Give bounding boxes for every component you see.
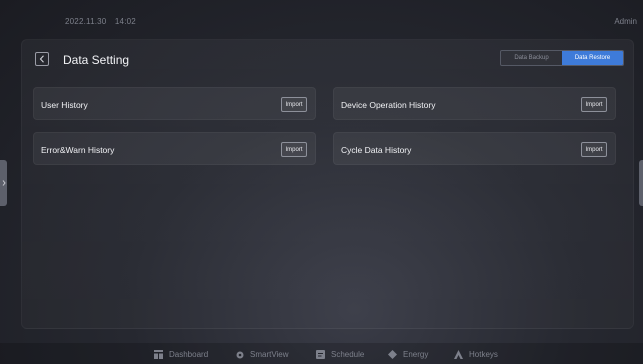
card-cycle-data-history: Cycle Data History Import	[333, 132, 616, 165]
nav-smartview[interactable]: SmartView	[236, 350, 289, 359]
card-user-history: User History Import	[33, 87, 316, 120]
nav-hotkeys[interactable]: Hotkeys	[454, 350, 498, 359]
dashboard-icon	[154, 350, 163, 359]
page-title: Data Setting	[63, 53, 130, 67]
nav-label: Schedule	[331, 350, 365, 359]
time-text: 14:02	[114, 17, 136, 26]
left-drawer-handle[interactable]	[0, 160, 7, 206]
nav-label: Hotkeys	[469, 350, 498, 359]
nav-dashboard[interactable]: Dashboard	[154, 350, 208, 359]
right-drawer-handle[interactable]	[639, 160, 643, 206]
chevron-right-icon	[2, 180, 6, 186]
card-label: Cycle Data History	[341, 145, 412, 155]
card-device-operation-history: Device Operation History Import	[333, 87, 616, 120]
nav-schedule[interactable]: Schedule	[316, 350, 364, 359]
nav-label: SmartView	[250, 350, 289, 359]
user-name[interactable]: Admin	[614, 17, 637, 26]
schedule-icon	[316, 350, 325, 359]
smartview-icon	[236, 351, 244, 358]
energy-icon	[388, 350, 397, 359]
import-button-user-history[interactable]: Import	[281, 97, 307, 112]
import-button-error-warn-history[interactable]: Import	[281, 142, 307, 157]
card-label: Error&Warn History	[41, 145, 115, 155]
tab-data-backup[interactable]: Data Backup	[501, 51, 562, 65]
tab-data-restore[interactable]: Data Restore	[562, 51, 623, 65]
back-button[interactable]	[35, 52, 49, 66]
data-setting-panel	[21, 39, 634, 329]
card-error-warn-history: Error&Warn History Import	[33, 132, 316, 165]
nav-label: Dashboard	[169, 350, 209, 359]
import-button-cycle-data-history[interactable]: Import	[581, 142, 607, 157]
card-label: User History	[41, 100, 88, 110]
backup-restore-toggle: Data Backup Data Restore	[500, 50, 624, 66]
nav-energy[interactable]: Energy	[388, 350, 428, 359]
import-button-device-operation-history[interactable]: Import	[581, 97, 607, 112]
nav-label: Energy	[403, 350, 429, 359]
date-text: 2022.11.30	[65, 17, 107, 26]
chevron-left-icon	[39, 55, 44, 63]
card-label: Device Operation History	[341, 100, 436, 110]
hotkeys-icon	[454, 350, 463, 359]
top-status-bar: 2022.11.30 14:02 Admin	[0, 0, 643, 34]
datetime: 2022.11.30 14:02	[65, 17, 142, 26]
